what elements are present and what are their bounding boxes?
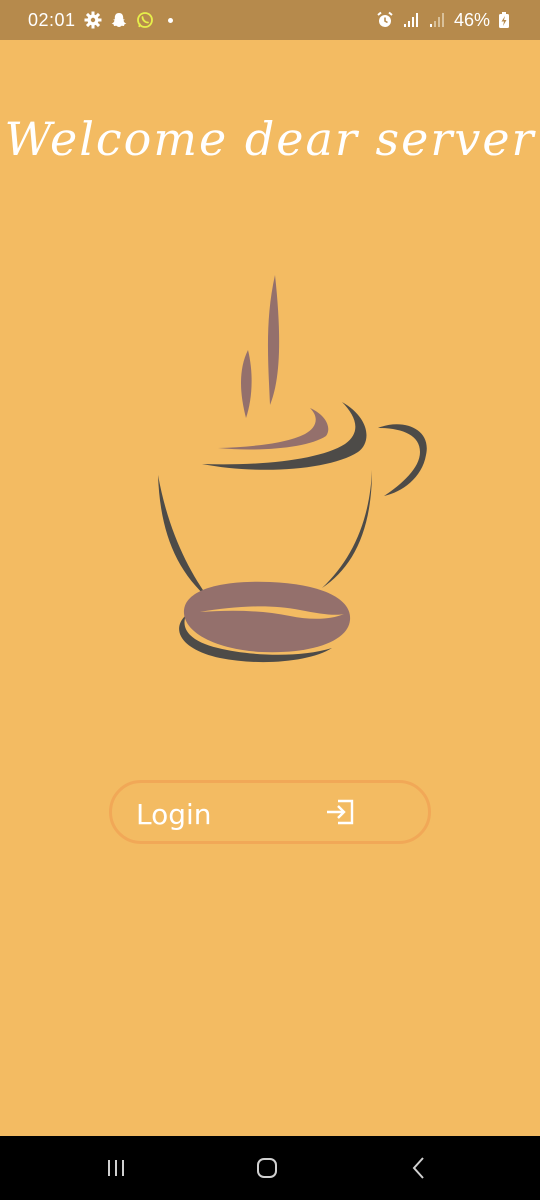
battery-icon (498, 11, 510, 29)
recent-apps-icon (108, 1160, 124, 1176)
status-left: 02:01 (28, 10, 173, 31)
signal-icon-2 (428, 11, 446, 29)
notification-dot-icon (167, 17, 173, 23)
cup-swirl-inner (218, 408, 329, 450)
status-right: 46% (376, 10, 510, 31)
cup-rim (202, 402, 367, 470)
cup-handle (378, 424, 427, 496)
login-label: Login (136, 797, 212, 831)
signal-icon (402, 11, 420, 29)
login-button[interactable]: Login (109, 780, 431, 844)
login-icon (327, 799, 354, 825)
welcome-title: Welcome dear server (4, 112, 536, 166)
settings-icon (84, 11, 102, 29)
snapchat-icon (110, 11, 128, 29)
back-icon (412, 1157, 424, 1179)
coffee-cup-logo (158, 275, 427, 663)
cup-body-right (322, 470, 372, 588)
battery-percent: 46% (453, 9, 490, 30)
whatsapp-icon (136, 11, 154, 29)
alarm-icon (376, 11, 394, 29)
navigation-bar (0, 1136, 540, 1200)
recent-apps-button[interactable] (98, 1154, 134, 1182)
home-button[interactable] (249, 1154, 285, 1182)
steam-tall (267, 275, 280, 405)
home-icon (257, 1158, 277, 1178)
back-button[interactable] (401, 1154, 437, 1182)
status-time: 02:01 (28, 9, 76, 30)
status-bar: 02:01 46% (0, 0, 540, 40)
steam-short (241, 350, 252, 418)
cup-body-left (158, 475, 210, 600)
app-screen: Welcome dear server Login (0, 40, 540, 1136)
